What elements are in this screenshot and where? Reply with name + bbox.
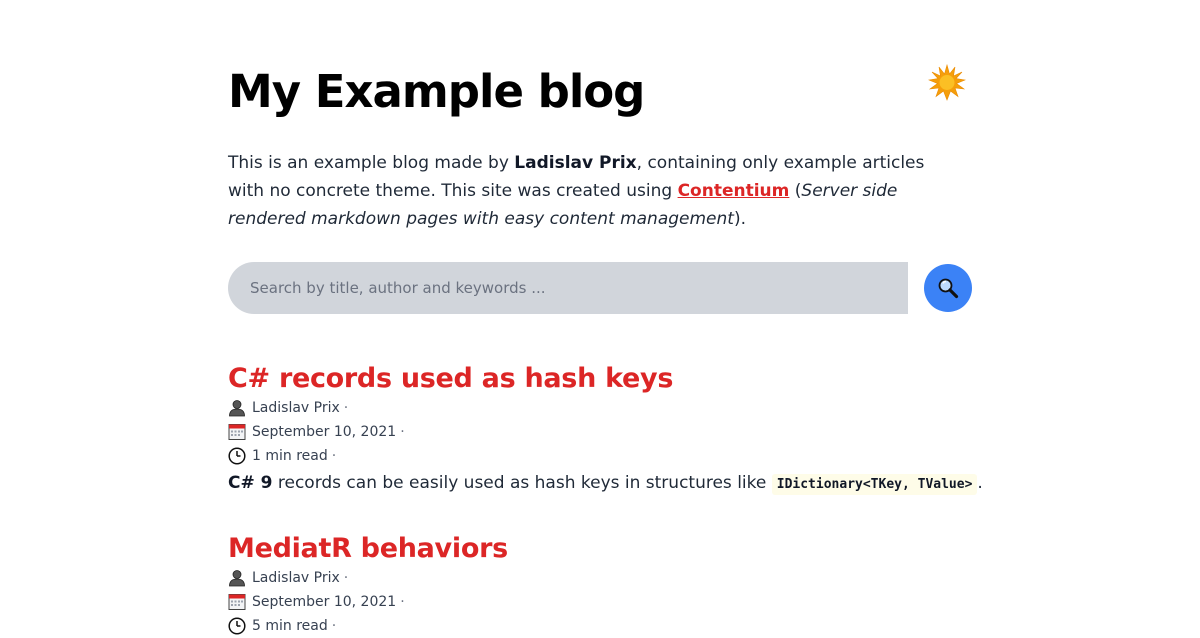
calendar-icon (228, 423, 246, 441)
person-icon (228, 399, 246, 417)
search-button[interactable] (924, 264, 972, 312)
intro-author: Ladislav Prix (514, 153, 637, 173)
sun-icon (927, 63, 967, 101)
article-date: September 10, 2021 (252, 594, 397, 610)
magnifier-icon (938, 278, 959, 299)
calendar-icon (228, 593, 246, 611)
article-title[interactable]: C# records used as hash keys (228, 362, 972, 396)
intro-text: This is an example blog made by Ladislav… (228, 153, 925, 229)
site-title: My Example blog (228, 65, 645, 118)
clock-icon (228, 617, 246, 635)
article-excerpt: C# 9 records can be easily used as hash … (228, 473, 983, 495)
contentium-link[interactable]: Contentium (678, 181, 790, 201)
article-date-line: September 10, 2021 · (228, 420, 972, 444)
article-read-time: 1 min read (252, 448, 328, 464)
article-card: MediatR behaviors Ladislav Prix · Septem… (228, 532, 972, 638)
article-readtime-line: 1 min read · (228, 444, 972, 468)
article-author-line: Ladislav Prix · (228, 566, 972, 590)
article-author: Ladislav Prix (252, 400, 340, 416)
article-readtime-line: 5 min read · (228, 614, 972, 638)
article-author-line: Ladislav Prix · (228, 396, 972, 420)
clock-icon (228, 447, 246, 465)
article-date: September 10, 2021 (252, 424, 397, 440)
person-icon (228, 569, 246, 587)
article-date-line: September 10, 2021 · (228, 590, 972, 614)
code-snippet: IDictionary<TKey, TValue> (771, 474, 978, 495)
theme-toggle-button[interactable] (927, 63, 967, 102)
search-input[interactable] (228, 262, 908, 314)
article-card: C# records used as hash keys Ladislav Pr… (228, 362, 983, 498)
article-title[interactable]: MediatR behaviors (228, 532, 972, 566)
article-author: Ladislav Prix (252, 570, 340, 586)
article-read-time: 5 min read (252, 618, 328, 634)
